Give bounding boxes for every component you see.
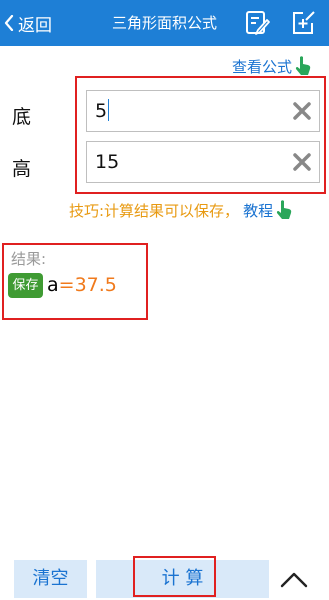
result-highlight-box [2,243,148,320]
tip-text: 技巧:计算结果可以保存， [69,201,240,220]
inputs-highlight-box [75,76,326,194]
back-label: 返回 [18,15,52,36]
view-formula-link[interactable]: 查看公式 [232,55,312,77]
chevron-left-icon [4,15,14,31]
top-bar: 三角形面积公式 返回 [0,0,329,46]
height-label: 高 [12,158,32,180]
calculate-highlight-box [133,556,216,597]
pointing-hand-icon [276,200,292,219]
tutorial-link[interactable]: 教程 [243,200,273,221]
chevron-up-icon[interactable] [277,566,311,592]
base-label: 底 [12,106,32,128]
clear-button[interactable]: 清空 [14,560,87,598]
tip-line: 技巧:计算结果可以保存， 教程 [69,199,293,221]
new-note-icon[interactable] [289,9,317,37]
edit-icon[interactable] [243,9,271,37]
pointing-hand-icon [295,56,311,75]
view-formula-label: 查看公式 [232,57,293,76]
back-button[interactable]: 返回 [4,0,52,46]
